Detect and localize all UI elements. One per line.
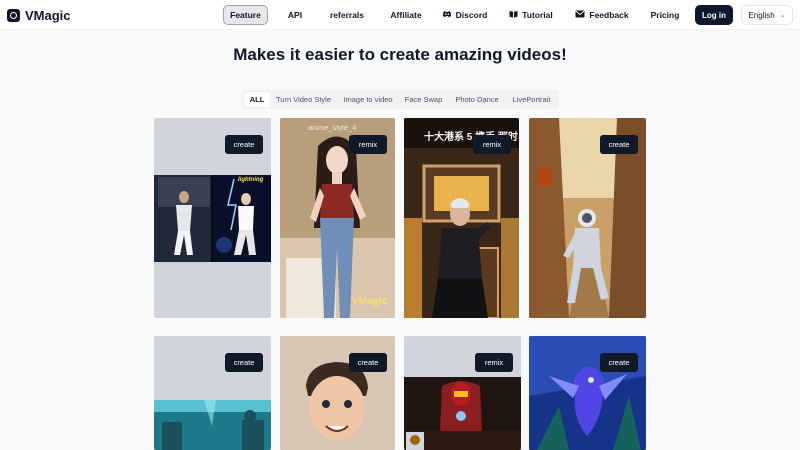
tab-image-to-video[interactable]: Image to video: [339, 92, 397, 107]
template-card[interactable]: create: [529, 118, 646, 318]
remix-button[interactable]: remix: [473, 135, 511, 154]
page-headline: Makes it easier to create amazing videos…: [233, 45, 567, 64]
template-card[interactable]: create: [154, 336, 271, 450]
create-button[interactable]: create: [225, 135, 263, 154]
tab-face-swap[interactable]: Face Swap: [402, 92, 445, 107]
tab-photo-dance[interactable]: Photo Dance: [452, 92, 502, 107]
create-button[interactable]: create: [600, 135, 638, 154]
vmagic-watermark: VMagic: [352, 296, 388, 307]
chevron-down-icon: ⌄: [779, 12, 786, 19]
tab-liveportrait[interactable]: LivePortrait: [507, 92, 556, 107]
remix-button[interactable]: remix: [349, 135, 387, 154]
language-select[interactable]: English ⌄: [741, 5, 793, 25]
template-card[interactable]: create: [280, 336, 395, 450]
book-icon: [509, 10, 518, 20]
mail-icon: [575, 10, 585, 20]
vmagic-logo-icon: [7, 8, 20, 22]
tab-turn-video-style[interactable]: Turn Video Style: [273, 92, 334, 107]
tab-all[interactable]: ALL: [244, 92, 270, 107]
nav-label: Feature: [230, 10, 261, 20]
nav-api[interactable]: API: [281, 5, 309, 25]
nav-label: API: [287, 10, 303, 20]
nav-pricing[interactable]: Pricing: [650, 5, 680, 25]
template-card[interactable]: lightning create: [154, 118, 271, 318]
create-button[interactable]: create: [600, 353, 638, 372]
nav-label: referrals: [329, 10, 365, 20]
nav-discord[interactable]: Discord: [441, 5, 488, 25]
nav-label: Affiliate: [390, 10, 422, 20]
nav-affiliate[interactable]: Affiliate: [386, 5, 426, 25]
template-card[interactable]: 十大港系 5.携手 那时 remix: [404, 118, 519, 318]
nav-label: Pricing: [650, 10, 680, 20]
language-value: English: [748, 10, 775, 20]
category-tabs: ALL Turn Video Style Image to video Face…: [242, 90, 559, 109]
nav-label: Discord: [455, 10, 488, 20]
nav-referrals[interactable]: referrals: [326, 5, 368, 25]
template-card[interactable]: create: [529, 336, 646, 450]
discord-icon: [442, 10, 452, 20]
template-card[interactable]: anime_style_4 VMagic remix: [280, 118, 395, 318]
overlay-caption: anime_style_4: [308, 123, 357, 132]
nav-label: Tutorial: [522, 10, 553, 20]
login-button[interactable]: Log in: [695, 5, 733, 25]
nav-tutorial[interactable]: Tutorial: [508, 5, 554, 25]
logo-text: VMagic: [25, 7, 71, 23]
logo[interactable]: VMagic: [7, 6, 71, 24]
top-header: VMagic Feature API referrals Affiliate D…: [0, 0, 800, 30]
create-button[interactable]: create: [225, 353, 263, 372]
nav-feature[interactable]: Feature: [223, 5, 268, 25]
remix-button[interactable]: remix: [475, 353, 513, 372]
preview-frame: lightning: [154, 175, 271, 262]
template-card[interactable]: remix: [404, 336, 521, 450]
create-button[interactable]: create: [349, 353, 387, 372]
nav-feedback[interactable]: Feedback: [575, 5, 629, 25]
overlay-caption: lightning: [238, 177, 264, 183]
nav-label: Feedback: [589, 10, 629, 20]
